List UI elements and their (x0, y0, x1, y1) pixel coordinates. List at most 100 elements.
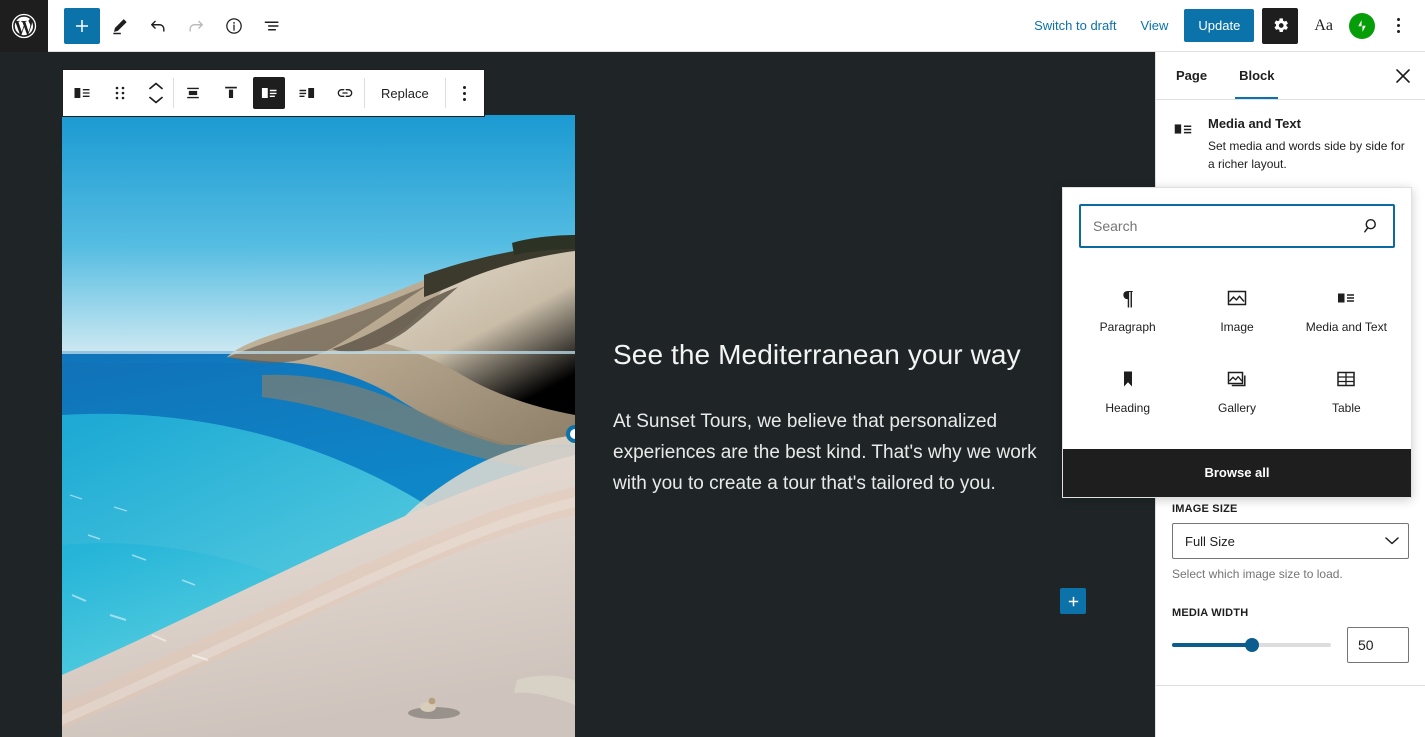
gallery-icon (1227, 372, 1246, 387)
vertical-align-top-button[interactable] (212, 70, 250, 116)
block-toolbar-group-move (63, 70, 173, 116)
svg-text:¶: ¶ (1122, 286, 1133, 310)
undo-button[interactable] (140, 8, 176, 44)
table-icon (1337, 372, 1356, 387)
media-right-icon (299, 88, 315, 98)
media-width-input[interactable] (1347, 627, 1409, 663)
top-bar-actions: Switch to draft View Update Aa (1026, 7, 1425, 44)
sidebar-divider (1156, 685, 1425, 686)
image-size-select-wrap: Full Size (1172, 523, 1409, 559)
edit-tool-button[interactable] (102, 8, 138, 44)
media-and-text-icon (1338, 293, 1355, 303)
settings-button[interactable] (1262, 7, 1299, 44)
details-button[interactable] (216, 8, 252, 44)
drag-block-button[interactable] (101, 70, 139, 116)
align-change-button[interactable] (174, 70, 212, 116)
tab-block[interactable]: Block (1223, 52, 1290, 99)
editor-canvas[interactable]: See the Mediterranean your way At Sunset… (0, 52, 1155, 737)
top-bar-tools (48, 7, 290, 44)
view-button[interactable]: View (1132, 12, 1176, 39)
media-and-text-block[interactable]: See the Mediterranean your way At Sunset… (62, 115, 1155, 737)
jetpack-icon (1358, 19, 1366, 32)
list-view-icon (264, 21, 279, 30)
block-paragraph[interactable]: At Sunset Tours, we believe that persona… (613, 407, 1053, 499)
tab-page[interactable]: Page (1160, 52, 1223, 99)
image-icon (1227, 290, 1247, 306)
media-width-control (1172, 627, 1409, 663)
close-sidebar-button[interactable] (1385, 58, 1421, 94)
image-size-help: Select which image size to load. (1172, 567, 1343, 581)
inserter-block-heading[interactable]: Heading (1075, 353, 1180, 430)
inserter-search-wrap (1063, 188, 1411, 264)
block-card-description: Set media and words side by side for a r… (1208, 139, 1405, 171)
paragraph-icon: ¶ (1122, 286, 1133, 310)
media-width-slider-thumb[interactable] (1244, 638, 1259, 652)
inserter-block-paragraph[interactable]: ¶ Paragraph (1075, 272, 1180, 349)
wordpress-icon (11, 13, 37, 38)
redo-button[interactable] (178, 8, 214, 44)
jetpack-button[interactable] (1349, 12, 1375, 39)
show-media-right-button[interactable] (288, 70, 326, 116)
sidebar-tabs: Page Block (1156, 52, 1425, 100)
inserter-block-label: Media and Text (1305, 320, 1387, 334)
media-left-icon (261, 88, 277, 98)
gear-icon (1274, 18, 1288, 32)
inserter-block-media-and-text[interactable]: Media and Text (1294, 272, 1399, 349)
kebab-menu-icon (463, 85, 467, 101)
more-options-button[interactable] (1383, 8, 1413, 44)
chevron-up-icon (149, 82, 163, 90)
media-width-slider-fill (1172, 643, 1252, 647)
inserter-block-table[interactable]: Table (1294, 353, 1399, 430)
media-and-text-icon (74, 88, 90, 98)
search-icon[interactable] (1363, 217, 1381, 235)
plus-icon (76, 19, 88, 32)
block-type-switcher-button[interactable] (63, 70, 101, 116)
plus-icon (1068, 596, 1078, 606)
link-icon (337, 89, 353, 97)
inserter-block-label: Paragraph (1099, 320, 1156, 334)
inserter-block-gallery[interactable]: Gallery (1184, 353, 1289, 430)
inserter-block-label: Heading (1105, 401, 1151, 416)
pencil-icon (113, 18, 127, 34)
link-button[interactable] (326, 70, 364, 116)
browse-all-blocks-button[interactable]: Browse all (1063, 448, 1411, 497)
list-view-button[interactable] (254, 8, 290, 44)
block-media-column[interactable] (62, 115, 575, 737)
block-heading[interactable]: See the Mediterranean your way (613, 337, 1115, 373)
update-button[interactable]: Update (1184, 9, 1255, 42)
move-block-buttons[interactable] (139, 70, 173, 116)
inserter-block-label: Table (1331, 401, 1361, 416)
drag-handle-icon (115, 86, 125, 100)
media-width-slider[interactable] (1172, 638, 1331, 652)
typography-button[interactable]: Aa (1306, 13, 1341, 39)
inserter-block-label: Image (1220, 320, 1254, 334)
block-card-title: Media and Text (1208, 116, 1301, 131)
beach-photo-mediterranean-cove (62, 115, 575, 737)
canvas-block-inserter-button[interactable] (1060, 588, 1086, 614)
search-input[interactable] (1093, 218, 1363, 234)
inserter-block-label: Gallery (1217, 401, 1256, 416)
image-size-label: IMAGE SIZE (1172, 503, 1238, 515)
info-icon (226, 17, 242, 34)
heading-icon (1123, 371, 1132, 387)
inserter-search-box[interactable] (1079, 204, 1395, 248)
show-media-left-button[interactable] (253, 77, 285, 109)
undo-icon (151, 20, 165, 32)
editor-top-bar: Switch to draft View Update Aa (0, 0, 1425, 52)
block-toolbar-group-align (174, 70, 364, 116)
image-size-select[interactable]: Full Size (1172, 523, 1409, 559)
block-toolbar: Replace (62, 69, 485, 117)
replace-media-button[interactable]: Replace (365, 70, 445, 116)
media-width-section: MEDIA WIDTH (1156, 607, 1425, 663)
block-text-column[interactable]: See the Mediterranean your way At Sunset… (575, 115, 1115, 737)
block-card: Media and Text Set media and words side … (1156, 100, 1425, 189)
switch-to-draft-button[interactable]: Switch to draft (1026, 12, 1124, 39)
media-width-label: MEDIA WIDTH (1172, 607, 1249, 619)
chevron-down-icon (149, 96, 163, 104)
add-block-button[interactable] (64, 7, 100, 44)
vertical-align-top-icon (225, 86, 237, 98)
wordpress-logo-button[interactable] (0, 0, 48, 52)
inserter-block-image[interactable]: Image (1184, 272, 1289, 349)
block-more-options-button[interactable] (446, 70, 484, 116)
media-and-text-icon (1174, 124, 1192, 134)
